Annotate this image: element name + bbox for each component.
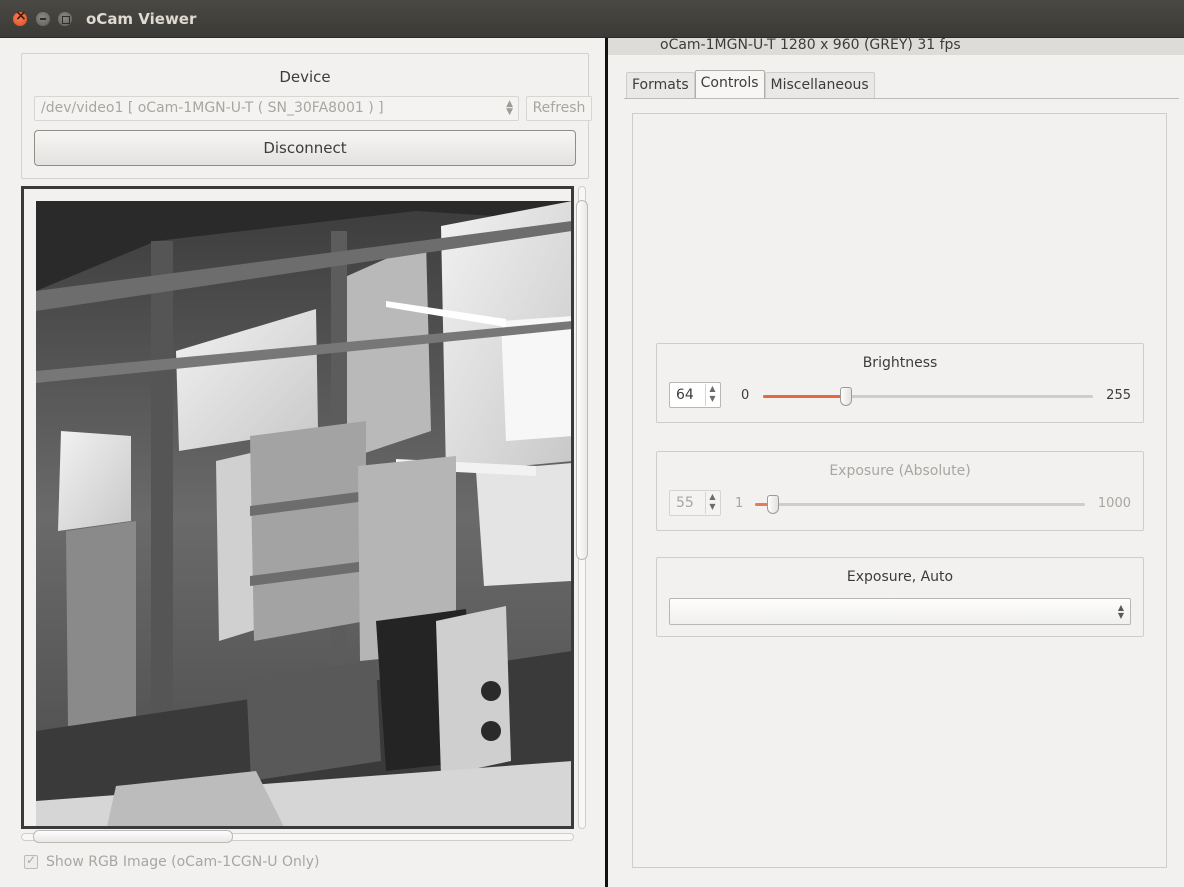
device-label: Device	[279, 68, 331, 86]
minimize-icon[interactable]	[36, 12, 50, 26]
exposure-absolute-spinbox[interactable]: 55 ▲ ▼	[669, 490, 721, 516]
window-title: oCam Viewer	[86, 10, 197, 28]
brightness-group: Brightness 64 ▲ ▼ 0 255	[656, 343, 1144, 423]
tab-formats[interactable]: Formats	[626, 72, 695, 98]
camera-preview-image	[36, 201, 571, 826]
horizontal-scrollbar[interactable]	[21, 830, 574, 844]
exposure-absolute-slider-handle[interactable]	[767, 495, 779, 514]
camera-preview-frame	[21, 186, 574, 829]
maximize-icon[interactable]	[58, 12, 72, 26]
tab-miscellaneous[interactable]: Miscellaneous	[764, 72, 875, 98]
brightness-value: 64	[676, 387, 694, 403]
exposure-absolute-value: 55	[676, 495, 694, 511]
status-bar: oCam-1MGN-U-T 1280 x 960 (GREY) 31 fps	[608, 37, 1184, 55]
exposure-auto-title: Exposure, Auto	[846, 569, 954, 585]
controls-pane: Brightness 64 ▲ ▼ 0 255 Exposure (Absolut…	[632, 113, 1167, 868]
spin-arrows-icon[interactable]: ▲ ▼	[705, 492, 719, 514]
exposure-auto-group: Exposure, Auto ▲ ▼	[656, 557, 1144, 637]
show-rgb-checkbox[interactable]: Show RGB Image (oCam-1CGN-U Only)	[24, 853, 320, 870]
exposure-absolute-title: Exposure (Absolute)	[829, 463, 971, 479]
checkbox-checked-icon[interactable]	[24, 853, 38, 869]
title-bar: oCam Viewer	[0, 0, 1184, 38]
vertical-scroll-thumb[interactable]	[576, 200, 588, 560]
horizontal-scroll-thumb[interactable]	[33, 830, 233, 843]
device-select[interactable]: /dev/video1 [ oCam-1MGN-U-T ( SN_30FA800…	[34, 96, 519, 121]
brightness-title: Brightness	[862, 355, 938, 371]
vertical-scrollbar[interactable]	[575, 186, 589, 829]
device-select-value: /dev/video1 [ oCam-1MGN-U-T ( SN_30FA800…	[41, 100, 384, 116]
exposure-absolute-min: 1	[735, 496, 744, 511]
exposure-absolute-max: 1000	[1097, 496, 1131, 511]
refresh-button[interactable]: Refresh	[526, 96, 592, 121]
camera-status-text: oCam-1MGN-U-T 1280 x 960 (GREY) 31 fps	[660, 37, 961, 53]
brightness-max: 255	[1106, 388, 1131, 403]
brightness-spinbox[interactable]: 64 ▲ ▼	[669, 382, 721, 408]
left-panel: Device /dev/video1 [ oCam-1MGN-U-T ( SN_…	[0, 38, 605, 887]
tab-controls[interactable]: Controls	[694, 70, 765, 98]
brightness-slider[interactable]	[763, 387, 1093, 406]
tab-bar: Formats Controls Miscellaneous	[626, 70, 875, 98]
spin-arrows-icon[interactable]: ▲ ▼	[705, 384, 719, 406]
brightness-slider-handle[interactable]	[840, 387, 852, 406]
brightness-min: 0	[741, 388, 750, 403]
exposure-absolute-group: Exposure (Absolute) 55 ▲ ▼ 1 1000	[656, 451, 1144, 531]
right-panel: oCam-1MGN-U-T 1280 x 960 (GREY) 31 fps F…	[608, 37, 1184, 887]
disconnect-button[interactable]: Disconnect	[34, 130, 576, 166]
updown-arrows-icon: ▲ ▼	[506, 99, 513, 117]
exposure-absolute-slider[interactable]	[755, 495, 1085, 514]
updown-arrows-icon: ▲ ▼	[1117, 603, 1124, 620]
device-group: Device /dev/video1 [ oCam-1MGN-U-T ( SN_…	[21, 53, 592, 179]
close-icon[interactable]	[13, 8, 27, 26]
show-rgb-label: Show RGB Image (oCam-1CGN-U Only)	[46, 854, 320, 870]
exposure-auto-select[interactable]: ▲ ▼	[669, 598, 1131, 625]
